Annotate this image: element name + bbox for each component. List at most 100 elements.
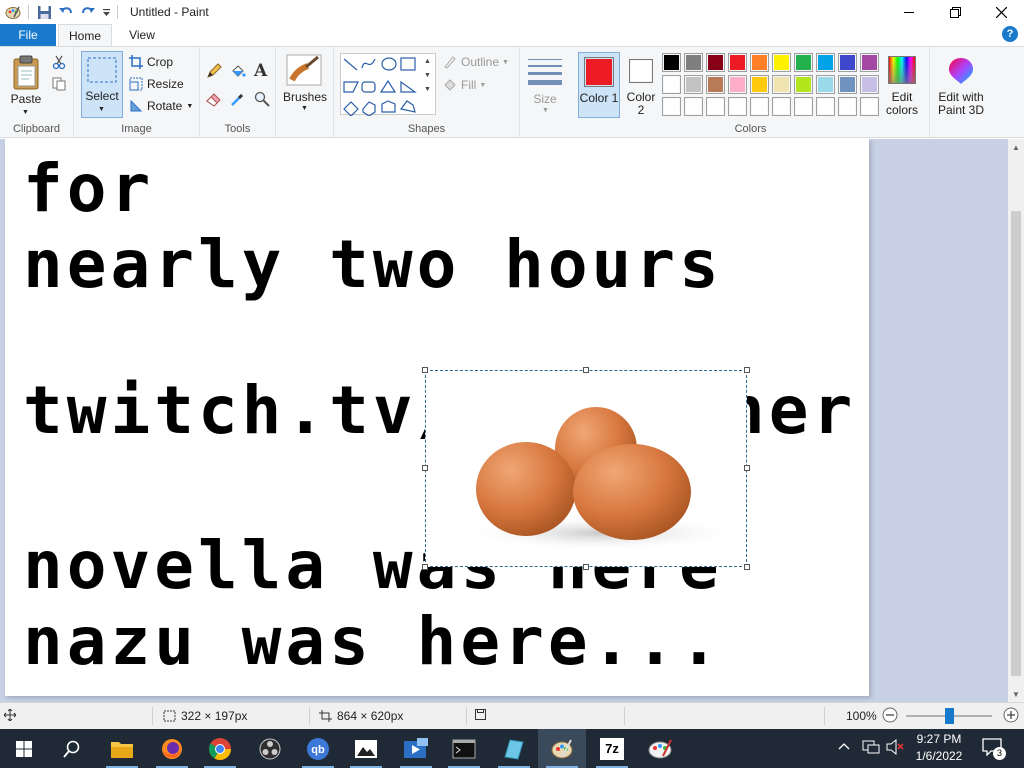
undo-icon[interactable] bbox=[55, 1, 77, 23]
text-tool-icon[interactable]: A bbox=[254, 61, 267, 81]
palette-color-swatch[interactable] bbox=[794, 97, 813, 116]
terminal-app[interactable] bbox=[440, 729, 488, 768]
palette-color-swatch[interactable] bbox=[706, 75, 725, 94]
palette-color-swatch[interactable] bbox=[794, 53, 813, 72]
resize-handle[interactable] bbox=[744, 367, 750, 373]
pencil-icon[interactable] bbox=[206, 63, 222, 82]
pasted-image-selection[interactable] bbox=[422, 367, 750, 570]
select-button[interactable]: Select ▼ bbox=[81, 51, 123, 118]
eraser-icon[interactable] bbox=[206, 91, 222, 110]
color2-button[interactable]: Color 2 bbox=[622, 52, 660, 118]
resize-handle[interactable] bbox=[583, 367, 589, 373]
resize-handle[interactable] bbox=[583, 564, 589, 570]
canvas-workspace[interactable]: for nearly two hours twitch.tv/ ner nove… bbox=[0, 139, 1008, 702]
resize-handle[interactable] bbox=[744, 465, 750, 471]
photos-app[interactable] bbox=[342, 729, 390, 768]
chrome-app[interactable] bbox=[196, 729, 244, 768]
shapes-gallery[interactable] bbox=[340, 53, 436, 117]
paint-app[interactable] bbox=[538, 729, 586, 768]
palette-color-swatch[interactable] bbox=[706, 53, 725, 72]
zoom-out-button[interactable] bbox=[882, 707, 898, 723]
palette-color-swatch[interactable] bbox=[728, 97, 747, 116]
resize-handle[interactable] bbox=[422, 465, 428, 471]
customize-toolbar-icon[interactable] bbox=[99, 1, 113, 23]
video-app[interactable] bbox=[392, 729, 440, 768]
palette-color-swatch[interactable] bbox=[684, 53, 703, 72]
palette-color-swatch[interactable] bbox=[816, 75, 835, 94]
shapes-scroll[interactable]: ▲ ▼ ▼ bbox=[424, 55, 432, 97]
palette-color-swatch[interactable] bbox=[750, 53, 769, 72]
close-button[interactable] bbox=[978, 0, 1024, 24]
resize-handle[interactable] bbox=[744, 564, 750, 570]
crop-button[interactable]: Crop bbox=[128, 52, 173, 72]
tab-file[interactable]: File bbox=[0, 24, 56, 46]
search-button[interactable] bbox=[48, 729, 96, 768]
action-center-button[interactable]: 3 bbox=[982, 738, 1006, 760]
color1-button[interactable]: Color 1 bbox=[578, 52, 620, 118]
qbittorrent-app[interactable]: qb bbox=[294, 729, 342, 768]
palette-color-swatch[interactable] bbox=[728, 75, 747, 94]
palette-color-swatch[interactable] bbox=[706, 97, 725, 116]
palette-color-swatch[interactable] bbox=[794, 75, 813, 94]
minimize-button[interactable] bbox=[886, 0, 932, 24]
tab-home[interactable]: Home bbox=[58, 24, 112, 46]
fill-button[interactable]: Fill ▼ bbox=[442, 75, 486, 95]
palette-color-swatch[interactable] bbox=[728, 53, 747, 72]
cut-icon[interactable] bbox=[52, 55, 66, 72]
file-explorer-app[interactable] bbox=[98, 729, 146, 768]
rotate-button[interactable]: Rotate ▼ bbox=[128, 96, 193, 116]
tab-view[interactable]: View bbox=[116, 24, 168, 46]
magnifier-icon[interactable] bbox=[254, 91, 270, 110]
color-picker-icon[interactable] bbox=[230, 91, 246, 110]
palette-color-swatch[interactable] bbox=[860, 75, 879, 94]
resize-handle[interactable] bbox=[422, 367, 428, 373]
resize-button[interactable]: Resize bbox=[128, 74, 184, 94]
network-icon[interactable] bbox=[862, 739, 880, 758]
zoom-in-button[interactable] bbox=[1003, 707, 1019, 723]
palette-color-swatch[interactable] bbox=[816, 97, 835, 116]
paint-app-icon[interactable] bbox=[2, 1, 24, 23]
zoom-slider-thumb[interactable] bbox=[945, 708, 954, 724]
redo-icon[interactable] bbox=[77, 1, 99, 23]
zoom-slider[interactable] bbox=[906, 708, 992, 724]
paste-button[interactable]: Paste ▼ bbox=[8, 53, 44, 117]
help-button[interactable]: ? bbox=[1002, 26, 1018, 42]
palette-color-swatch[interactable] bbox=[684, 75, 703, 94]
palette-color-swatch[interactable] bbox=[662, 53, 681, 72]
scroll-down-arrow[interactable]: ▼ bbox=[1012, 690, 1020, 699]
palette-color-swatch[interactable] bbox=[750, 75, 769, 94]
system-clock[interactable]: 9:27 PM 1/6/2022 bbox=[904, 731, 974, 765]
edit-with-paint3d-button[interactable]: Edit with Paint 3D bbox=[930, 52, 992, 118]
palette-color-swatch[interactable] bbox=[838, 97, 857, 116]
outline-button[interactable]: Outline ▼ bbox=[442, 52, 509, 72]
copy-icon[interactable] bbox=[52, 77, 66, 94]
palette-color-swatch[interactable] bbox=[772, 53, 791, 72]
palette-color-swatch[interactable] bbox=[838, 75, 857, 94]
palette-color-swatch[interactable] bbox=[816, 53, 835, 72]
show-hidden-icons-button[interactable] bbox=[838, 740, 850, 754]
palette-color-swatch[interactable] bbox=[684, 97, 703, 116]
start-button[interactable] bbox=[0, 729, 48, 768]
palette-color-swatch[interactable] bbox=[662, 75, 681, 94]
vertical-scrollbar[interactable]: ▲ ▼ bbox=[1008, 139, 1024, 702]
edit-colors-button[interactable]: Edit colors bbox=[884, 52, 924, 118]
save-icon[interactable] bbox=[33, 1, 55, 23]
palette-color-swatch[interactable] bbox=[772, 75, 791, 94]
app-icon[interactable] bbox=[490, 729, 538, 768]
obs-app[interactable] bbox=[246, 729, 294, 768]
maximize-button[interactable] bbox=[932, 0, 978, 24]
size-button[interactable] bbox=[528, 57, 562, 90]
palette-color-swatch[interactable] bbox=[750, 97, 769, 116]
7zip-app[interactable]: 7z bbox=[588, 729, 636, 768]
brushes-button[interactable] bbox=[286, 54, 322, 89]
palette-color-swatch[interactable] bbox=[772, 97, 791, 116]
resize-handle[interactable] bbox=[422, 564, 428, 570]
paint3d-app[interactable] bbox=[636, 729, 684, 768]
fill-bucket-icon[interactable] bbox=[230, 63, 246, 82]
palette-color-swatch[interactable] bbox=[860, 53, 879, 72]
volume-muted-icon[interactable] bbox=[886, 738, 904, 758]
drawing-canvas[interactable]: for nearly two hours twitch.tv/ ner nove… bbox=[5, 139, 869, 696]
palette-color-swatch[interactable] bbox=[838, 53, 857, 72]
palette-color-swatch[interactable] bbox=[662, 97, 681, 116]
scrollbar-thumb[interactable] bbox=[1011, 211, 1021, 676]
